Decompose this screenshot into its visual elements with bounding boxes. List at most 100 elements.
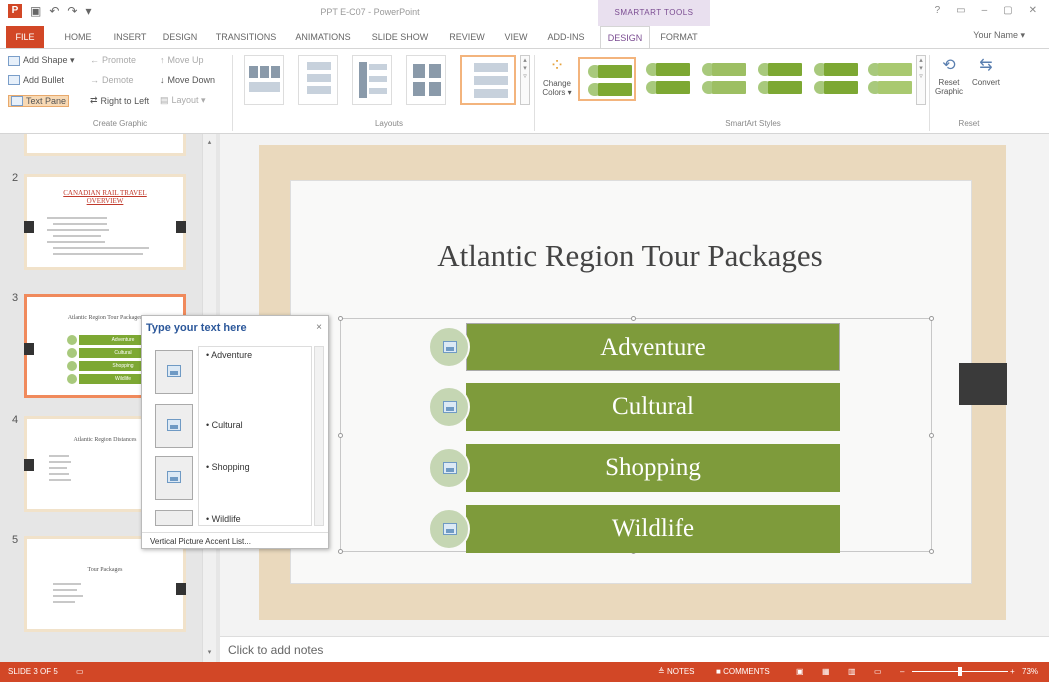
zoom-out-button[interactable]: – [900,667,904,676]
text-pane-scrollbar[interactable] [314,346,324,526]
thumbnail-title: CANADIAN RAIL TRAVEL OVERVIEW [63,189,147,205]
zoom-level[interactable]: 73% [1022,667,1038,676]
tab-review[interactable]: REVIEW [444,26,490,48]
promote-button[interactable]: ← Promote [90,55,136,65]
selection-handle[interactable] [631,316,636,321]
tab-home[interactable]: HOME [58,26,98,48]
redo-icon[interactable]: ↷ [67,4,77,18]
selection-handle[interactable] [338,316,343,321]
text-pane-icon [11,96,23,106]
tab-insert[interactable]: INSERT [108,26,152,48]
smartart-style-5[interactable] [806,57,864,101]
styles-gallery-scroll[interactable]: ▴ ▾ ▿ [916,55,926,105]
smartart-item-adventure[interactable]: Adventure [466,323,840,371]
text-pane-item[interactable]: Shopping [206,462,250,472]
smartart-style-4[interactable] [750,57,808,101]
close-icon[interactable]: × [316,322,322,333]
customize-icon[interactable]: ▾ [85,4,91,18]
demote-button[interactable]: → Demote [90,75,134,85]
smartart-style-1[interactable] [578,57,636,101]
tab-design[interactable]: DESIGN [158,26,202,48]
layout-option-vertical-picture-accent-list[interactable] [460,55,516,105]
help-icon[interactable]: ? [935,5,941,16]
picture-icon [443,523,457,535]
change-colors-button[interactable]: ⁘ Change Colors ▾ [540,55,574,111]
smartart-style-2[interactable] [638,57,696,101]
insert-picture-button[interactable] [155,404,193,448]
text-pane-item[interactable]: Cultural [206,420,243,430]
selection-handle[interactable] [929,433,934,438]
slide-sorter-icon[interactable]: ▦ [822,667,830,676]
picture-icon [167,471,181,483]
tab-slide-show[interactable]: SLIDE SHOW [368,26,432,48]
scroll-up-icon[interactable]: ▴ [205,138,214,147]
zoom-slider-thumb[interactable] [958,667,962,676]
slide-number: 4 [12,414,19,426]
spelling-icon[interactable]: ▭ [76,667,84,676]
tab-add-ins[interactable]: ADD-INS [542,26,590,48]
move-up-button[interactable]: ↑ Move Up [160,55,204,65]
maximize-icon[interactable]: ▢ [1003,5,1012,16]
layout-option-3[interactable] [352,55,392,105]
save-icon[interactable]: ▣ [30,4,41,18]
minimize-icon[interactable]: – [982,5,988,16]
slide-thumbnail-1[interactable] [24,134,186,156]
close-icon[interactable]: ✕ [1029,5,1037,16]
text-pane-list[interactable] [198,346,312,526]
selection-handle[interactable] [338,549,343,554]
picture-placeholder[interactable] [428,447,470,489]
selection-handle[interactable] [338,433,343,438]
smartart-item-wildlife[interactable]: Wildlife [466,505,840,553]
tab-smartart-design[interactable]: DESIGN [600,26,650,48]
slide-title[interactable]: Atlantic Region Tour Packages [420,238,840,274]
user-account[interactable]: Your Name ▾ [973,30,1025,41]
layout-option-4[interactable] [406,55,446,105]
layout-option-2[interactable] [298,55,338,105]
tab-file[interactable]: FILE [6,26,44,48]
smartart-style-6[interactable] [860,57,918,101]
selection-handle[interactable] [929,316,934,321]
scroll-down-icon[interactable]: ▾ [205,648,214,657]
smartart-item-cultural[interactable]: Cultural [466,383,840,431]
selection-handle[interactable] [929,549,934,554]
normal-view-icon[interactable]: ▣ [796,667,804,676]
zoom-in-button[interactable]: + [1010,667,1015,676]
text-pane-item[interactable]: Wildlife [206,514,241,524]
add-bullet-button[interactable]: Add Bullet [8,75,64,85]
slide-number: 3 [12,292,19,304]
quick-access-toolbar: P ▣ ↶ ↷ ▾ [8,4,92,18]
reset-graphic-button[interactable]: ⟲ Reset Graphic [934,55,964,96]
slide-thumbnail-5[interactable]: Tour Packages [24,536,186,632]
tab-smartart-format[interactable]: FORMAT [654,26,704,48]
tab-animations[interactable]: ANIMATIONS [290,26,356,48]
smartart-style-3[interactable] [694,57,752,101]
right-to-left-button[interactable]: ⇄ Right to Left [90,95,149,106]
picture-placeholder[interactable] [428,508,470,550]
add-shape-button[interactable]: Add Shape ▾ [8,55,75,66]
picture-placeholder[interactable] [428,386,470,428]
notes-button[interactable]: ≜ NOTES [658,667,695,676]
undo-icon[interactable]: ↶ [49,4,59,18]
comments-button[interactable]: ■ COMMENTS [716,667,770,676]
reading-view-icon[interactable]: ▥ [848,667,856,676]
text-pane-item[interactable]: Adventure [206,350,252,360]
insert-picture-button[interactable] [155,350,193,394]
smartart-item-shopping[interactable]: Shopping [466,444,840,492]
move-down-button[interactable]: ↓ Move Down [160,75,215,85]
insert-picture-button[interactable] [155,456,193,500]
layouts-gallery-scroll[interactable]: ▴ ▾ ▿ [520,55,530,105]
layout-option-1[interactable] [244,55,284,105]
convert-button[interactable]: ⇆ Convert [968,55,1004,87]
right-to-left-icon: ⇄ [90,95,98,105]
insert-picture-button[interactable] [155,510,193,526]
slide-thumbnail-2[interactable]: CANADIAN RAIL TRAVEL OVERVIEW [24,174,186,270]
layout-button[interactable]: ▤ Layout ▾ [160,95,206,106]
slide-show-icon[interactable]: ▭ [874,667,882,676]
picture-placeholder[interactable] [428,326,470,368]
tab-transitions[interactable]: TRANSITIONS [212,26,280,48]
text-pane-layout-name[interactable]: Vertical Picture Accent List... [142,532,328,550]
ribbon-display-icon[interactable]: ▭ [956,5,965,16]
text-pane-button[interactable]: Text Pane [8,95,70,107]
notes-pane[interactable]: Click to add notes [220,636,1049,662]
tab-view[interactable]: VIEW [498,26,534,48]
